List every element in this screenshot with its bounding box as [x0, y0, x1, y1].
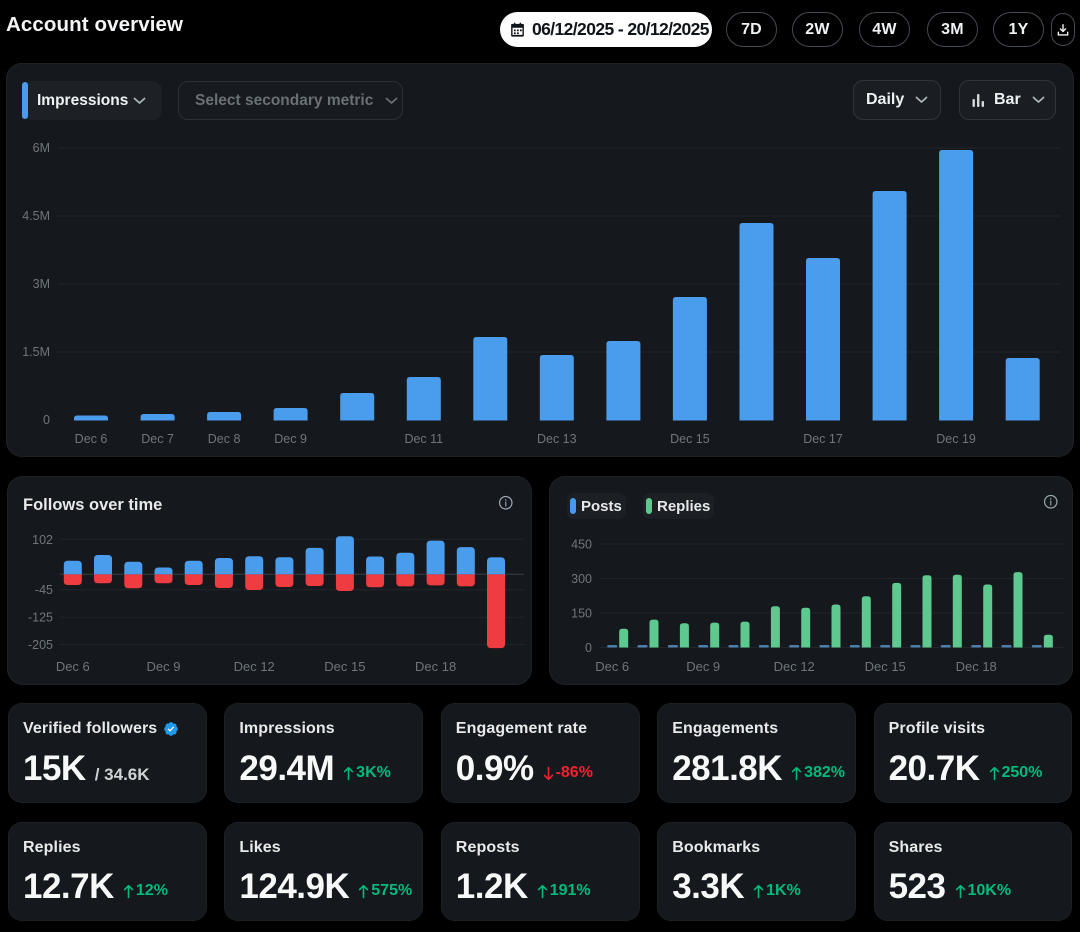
svg-text:Dec 12: Dec 12 — [774, 659, 815, 674]
svg-text:1.5M: 1.5M — [22, 345, 50, 359]
svg-text:Dec 18: Dec 18 — [956, 659, 997, 674]
svg-text:Dec 19: Dec 19 — [936, 432, 976, 446]
svg-text:Dec 6: Dec 6 — [75, 432, 108, 446]
svg-text:0: 0 — [585, 641, 592, 655]
svg-text:3M: 3M — [33, 277, 50, 291]
svg-text:Dec 17: Dec 17 — [803, 432, 843, 446]
svg-text:Dec 9: Dec 9 — [686, 659, 720, 674]
svg-text:Dec 7: Dec 7 — [141, 432, 174, 446]
svg-text:Dec 9: Dec 9 — [147, 659, 181, 674]
svg-text:150: 150 — [571, 607, 592, 621]
svg-text:-205: -205 — [28, 638, 53, 652]
svg-text:300: 300 — [571, 572, 592, 586]
svg-text:-125: -125 — [28, 611, 53, 625]
svg-text:4.5M: 4.5M — [22, 209, 50, 223]
svg-text:Dec 6: Dec 6 — [595, 659, 629, 674]
svg-text:Dec 6: Dec 6 — [56, 659, 90, 674]
svg-text:6M: 6M — [33, 141, 50, 155]
svg-text:Dec 11: Dec 11 — [404, 432, 443, 446]
svg-text:102: 102 — [32, 533, 53, 547]
svg-text:450: 450 — [571, 538, 592, 552]
svg-text:Dec 9: Dec 9 — [274, 432, 307, 446]
svg-text:Dec 15: Dec 15 — [865, 659, 906, 674]
svg-text:Dec 8: Dec 8 — [208, 432, 241, 446]
svg-text:Dec 18: Dec 18 — [415, 659, 456, 674]
svg-text:-45: -45 — [35, 583, 53, 597]
svg-text:Dec 13: Dec 13 — [537, 432, 577, 446]
svg-text:Dec 12: Dec 12 — [234, 659, 275, 674]
svg-text:Dec 15: Dec 15 — [670, 432, 710, 446]
svg-text:0: 0 — [43, 413, 50, 427]
svg-text:Dec 15: Dec 15 — [324, 659, 365, 674]
